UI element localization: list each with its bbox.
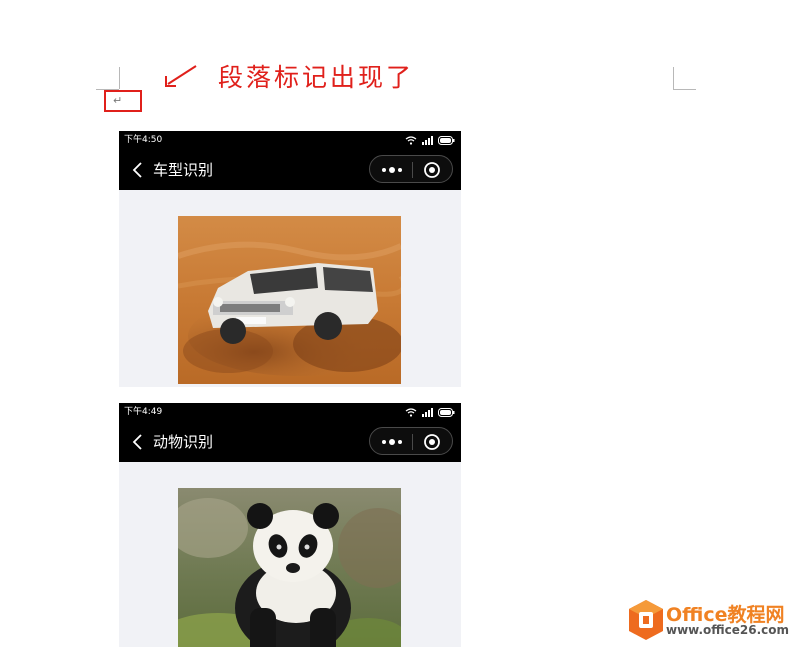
mini-program-nav-bar: 车型识别 bbox=[119, 149, 461, 190]
more-icon[interactable] bbox=[378, 162, 406, 178]
battery-icon bbox=[438, 407, 455, 417]
office-logo-icon bbox=[629, 600, 663, 640]
signal-icon bbox=[422, 407, 433, 417]
status-icons bbox=[405, 131, 455, 149]
close-target-icon[interactable] bbox=[423, 433, 441, 451]
margin-corner-top-right bbox=[673, 89, 696, 90]
annotation-text: 段落标记出现了 bbox=[218, 63, 415, 92]
page-title: 车型识别 bbox=[153, 161, 214, 179]
status-bar: 下午4:50 bbox=[119, 131, 461, 149]
phone-screenshot-animal-recognition: 下午4:49 动物识别 bbox=[119, 403, 461, 647]
giant-panda-photo bbox=[178, 488, 401, 647]
back-chevron-icon[interactable] bbox=[131, 433, 145, 451]
back-chevron-icon[interactable] bbox=[131, 161, 145, 179]
mini-program-capsule bbox=[369, 155, 453, 183]
word-document-page: ↵ 段落标记出现了 下午4:50 车型识别 下午4:49 动物识别 Office… bbox=[0, 0, 790, 647]
wifi-icon bbox=[405, 407, 417, 417]
annotation-arrow-icon bbox=[165, 65, 197, 87]
battery-icon bbox=[438, 135, 455, 145]
phone-screenshot-car-recognition: 下午4:50 车型识别 bbox=[119, 131, 461, 387]
capsule-divider bbox=[412, 434, 413, 450]
status-time: 下午4:50 bbox=[124, 135, 163, 145]
mini-program-capsule bbox=[369, 427, 453, 455]
page-title: 动物识别 bbox=[153, 433, 214, 451]
wifi-icon bbox=[405, 135, 417, 145]
capsule-divider bbox=[412, 162, 413, 178]
close-target-icon[interactable] bbox=[423, 161, 441, 179]
signal-icon bbox=[422, 135, 433, 145]
paragraph-mark: ↵ bbox=[113, 94, 123, 107]
status-bar: 下午4:49 bbox=[119, 403, 461, 421]
paragraph-mark-highlight bbox=[104, 90, 142, 112]
watermark-url: www.office26.com bbox=[666, 623, 790, 637]
desert-suv-photo bbox=[178, 216, 401, 384]
margin-corner-top-left bbox=[119, 67, 120, 89]
margin-corner-top-right bbox=[673, 67, 674, 89]
status-time: 下午4:49 bbox=[124, 407, 163, 417]
more-icon[interactable] bbox=[378, 434, 406, 450]
status-icons bbox=[405, 403, 455, 421]
mini-program-nav-bar: 动物识别 bbox=[119, 421, 461, 462]
